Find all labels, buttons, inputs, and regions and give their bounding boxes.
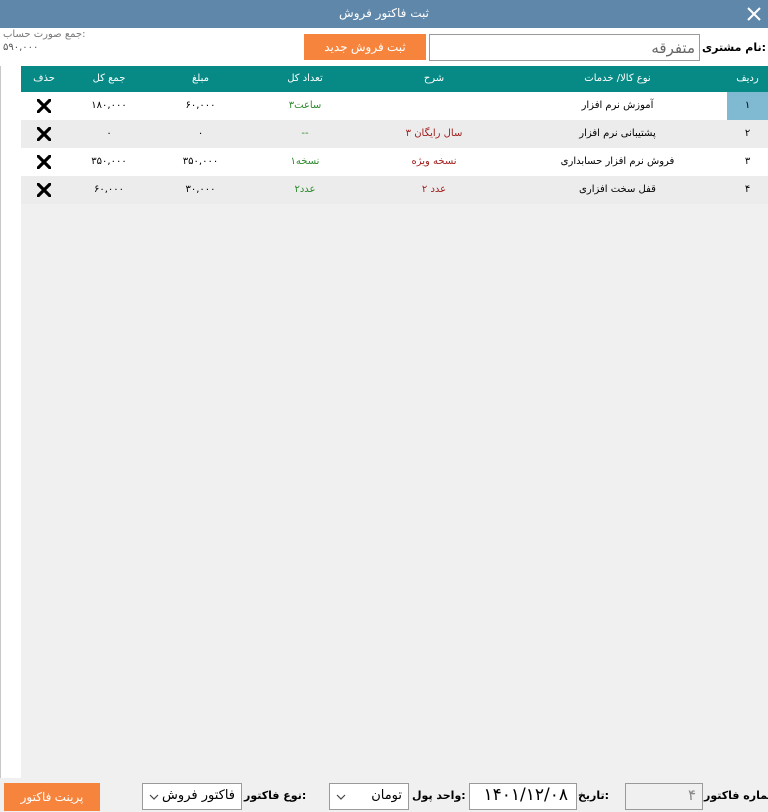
- item-cell[interactable]: آموزش نرم افزار: [508, 92, 727, 120]
- column-header-description[interactable]: شرح: [360, 66, 508, 92]
- table-row[interactable]: ۳ فروش نرم افزار حسابداری نسخه ویژه ۱نسخ…: [21, 148, 768, 176]
- table-row[interactable]: ۲ پشتیبانی نرم افزار ۳ سال رایگان -- ۰ ۰: [21, 120, 768, 148]
- price-cell[interactable]: ۶۰,۰۰۰: [151, 92, 250, 120]
- delete-x-icon[interactable]: [37, 127, 51, 141]
- close-icon[interactable]: [744, 4, 764, 24]
- item-cell[interactable]: فروش نرم افزار حسابداری: [508, 148, 727, 176]
- invoice-items-table: ردیف نوع کالا/ خدمات شرح تعداد کل مبلغ ج…: [21, 66, 768, 778]
- description-cell[interactable]: ۲ عدد: [360, 176, 508, 204]
- invoice-number-field[interactable]: ۴: [625, 783, 703, 810]
- row-number[interactable]: ۲: [727, 120, 768, 148]
- chevron-down-icon: [149, 794, 159, 800]
- description-cell[interactable]: [360, 92, 508, 120]
- price-cell[interactable]: ۳۵۰,۰۰۰: [151, 148, 250, 176]
- invoice-number-value: ۴: [687, 786, 696, 804]
- title-bar: ثبت فاکتور فروش: [0, 0, 768, 28]
- currency-value: تومان: [371, 788, 402, 803]
- invoice-total: جمع صورت حساب: ۵۹۰,۰۰۰: [3, 29, 123, 53]
- new-sale-button[interactable]: ثبت فروش جدید: [304, 34, 426, 60]
- total-cell[interactable]: ۶۰,۰۰۰: [67, 176, 151, 204]
- date-value: ۱۴۰۱/۱۲/۰۸: [483, 785, 568, 805]
- total-cell[interactable]: ۱۸۰,۰۰۰: [67, 92, 151, 120]
- item-cell[interactable]: قفل سخت افزاری: [508, 176, 727, 204]
- delete-x-icon[interactable]: [37, 99, 51, 113]
- invoice-type-label: نوع فاکتور:: [244, 789, 307, 802]
- left-border: [0, 66, 1, 778]
- row-number[interactable]: ۳: [727, 148, 768, 176]
- column-header-delete[interactable]: حذف: [21, 66, 67, 92]
- quantity-cell[interactable]: ۲عدد: [250, 176, 360, 204]
- currency-label: واحد پول:: [412, 789, 466, 802]
- column-header-total[interactable]: جمع کل: [67, 66, 151, 92]
- column-header-item[interactable]: نوع کالا/ خدمات: [508, 66, 727, 92]
- delete-x-icon[interactable]: [37, 183, 51, 197]
- delete-x-icon[interactable]: [37, 155, 51, 169]
- quantity-cell[interactable]: ۳ساعت: [250, 92, 360, 120]
- quantity-cell[interactable]: ۱نسخه: [250, 148, 360, 176]
- chevron-down-icon: [336, 794, 346, 800]
- window-title: ثبت فاکتور فروش: [339, 6, 429, 20]
- invoice-number-label: شماره فاکتور:: [704, 789, 768, 802]
- date-label: تاریخ:: [578, 789, 610, 802]
- price-cell[interactable]: ۳۰,۰۰۰: [151, 176, 250, 204]
- row-number[interactable]: ۱: [727, 92, 768, 120]
- invoice-header: جمع صورت حساب: ۵۹۰,۰۰۰ ثبت فروش جدید نام…: [0, 28, 768, 66]
- item-cell[interactable]: پشتیبانی نرم افزار: [508, 120, 727, 148]
- description-cell[interactable]: نسخه ویژه: [360, 148, 508, 176]
- invoice-total-value: ۵۹۰,۰۰۰: [3, 42, 39, 53]
- row-number[interactable]: ۴: [727, 176, 768, 204]
- customer-name-input[interactable]: [429, 34, 700, 61]
- quantity-cell[interactable]: --: [250, 120, 360, 148]
- invoice-total-label: جمع صورت حساب:: [3, 29, 86, 40]
- column-header-price[interactable]: مبلغ: [151, 66, 250, 92]
- invoice-type-value: فاکتور فروش: [162, 788, 235, 803]
- description-cell[interactable]: ۳ سال رایگان: [360, 120, 508, 148]
- table-row[interactable]: ۴ قفل سخت افزاری ۲ عدد ۲عدد ۳۰,۰۰۰ ۶۰,۰۰…: [21, 176, 768, 204]
- column-header-row-no[interactable]: ردیف: [727, 66, 768, 92]
- column-header-quantity[interactable]: تعداد کل: [250, 66, 360, 92]
- total-cell[interactable]: ۰: [67, 120, 151, 148]
- date-input[interactable]: ۱۴۰۱/۱۲/۰۸: [469, 783, 577, 810]
- table-row[interactable]: ۱ آموزش نرم افزار ۳ساعت ۶۰,۰۰۰ ۱۸۰,۰۰۰: [21, 92, 768, 120]
- print-invoice-button[interactable]: پرینت فاکتور: [4, 783, 100, 811]
- customer-name-label: نام مشتری:: [702, 41, 766, 54]
- total-cell[interactable]: ۳۵۰,۰۰۰: [67, 148, 151, 176]
- price-cell[interactable]: ۰: [151, 120, 250, 148]
- invoice-type-select[interactable]: فاکتور فروش: [142, 783, 242, 810]
- currency-select[interactable]: تومان: [329, 783, 409, 810]
- invoice-footer: پرینت فاکتور فاکتور فروش نوع فاکتور: توم…: [0, 778, 768, 812]
- table-header: ردیف نوع کالا/ خدمات شرح تعداد کل مبلغ ج…: [21, 66, 768, 92]
